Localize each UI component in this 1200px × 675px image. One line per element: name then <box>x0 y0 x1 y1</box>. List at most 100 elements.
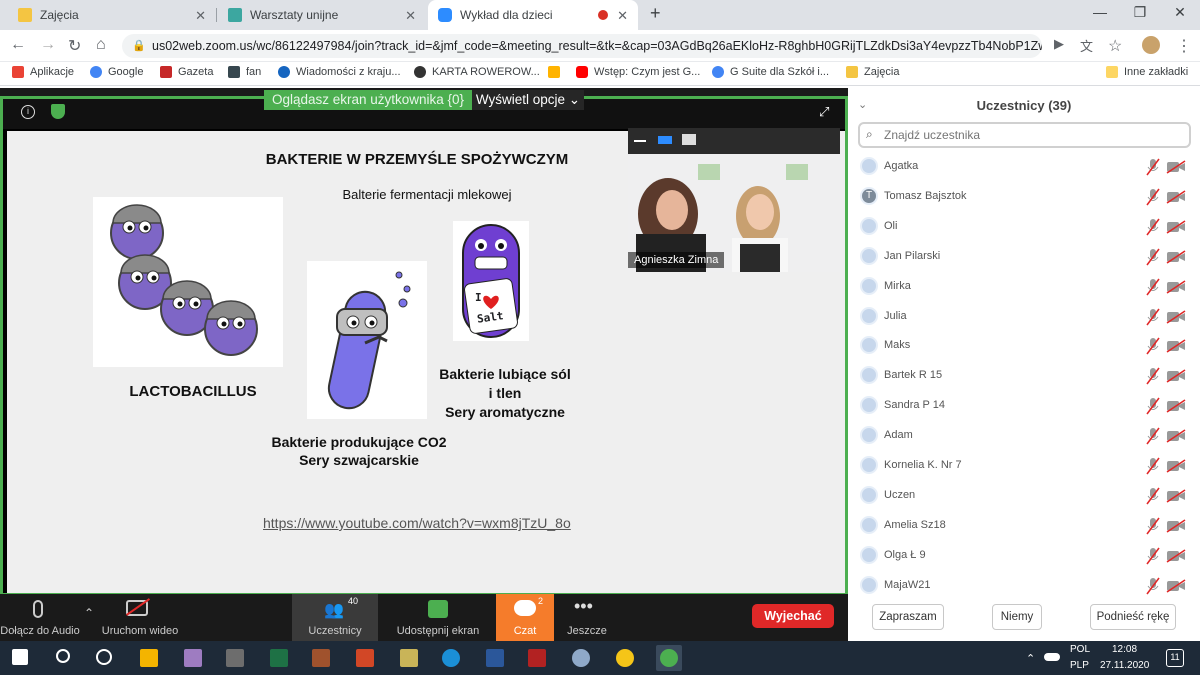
edge-icon[interactable] <box>442 649 460 667</box>
file-explorer-icon[interactable] <box>140 649 158 667</box>
avatar: T <box>860 186 878 205</box>
gallery-icon[interactable] <box>682 134 696 145</box>
classroom-icon <box>18 8 32 22</box>
view-options-button[interactable]: Wyświetl opcje ⌄ <box>472 90 584 110</box>
lock-icon: 🔒 <box>132 40 146 52</box>
participant-row[interactable]: Jan Pilarski <box>848 242 1200 272</box>
bookmark-wiadomosci[interactable]: Wiadomości z kraju... <box>278 66 401 78</box>
cloud-icon[interactable] <box>1044 653 1060 661</box>
chrome-icon[interactable] <box>660 649 678 667</box>
more-button[interactable]: ••• Jeszcze <box>560 594 614 641</box>
participant-row[interactable]: Sandra P 14 <box>848 391 1200 421</box>
app-icon[interactable] <box>312 649 330 667</box>
app-icon[interactable] <box>572 649 590 667</box>
tray-chevron-icon[interactable]: ⌃ <box>1026 652 1035 665</box>
participant-name: Mirka <box>884 279 911 292</box>
participant-row[interactable]: Bartek R 15 <box>848 361 1200 391</box>
window-close-icon[interactable]: ✕ <box>1165 4 1195 21</box>
share-screen-button[interactable]: Udostępnij ekran <box>386 594 490 641</box>
participant-row[interactable]: Maks <box>848 331 1200 361</box>
notification-icon[interactable]: 11 <box>1166 649 1184 667</box>
participant-search[interactable]: ⌕ <box>858 122 1191 148</box>
youtube-link[interactable]: https://www.youtube.com/watch?v=wxm8jTzU… <box>263 515 571 531</box>
chevron-up-icon[interactable]: ⌃ <box>84 606 94 620</box>
participant-row[interactable]: Amelia Sz18 <box>848 511 1200 541</box>
bookmark-folder[interactable] <box>548 66 566 78</box>
minimize-video-icon[interactable] <box>634 140 646 142</box>
bookmark-zajecia[interactable]: Zajęcia <box>846 66 899 78</box>
tab-wyklad[interactable]: Wykład dla dzieci ✕ <box>428 0 638 30</box>
bookmark-apps[interactable]: Aplikacje <box>12 66 74 78</box>
close-icon[interactable]: ✕ <box>195 8 206 24</box>
bookmark-youtube[interactable]: Wstęp: Czym jest G... <box>576 66 700 78</box>
camera-blocked-icon[interactable]: ▶ <box>1054 36 1064 52</box>
menu-icon[interactable]: ⋮ <box>1176 36 1192 56</box>
close-icon[interactable]: ✕ <box>405 8 416 24</box>
bookmark-gazeta[interactable]: Gazeta <box>160 66 213 78</box>
word-icon[interactable] <box>486 649 504 667</box>
active-speaker-icon[interactable] <box>658 136 672 144</box>
fullscreen-icon[interactable]: ⤢ <box>819 104 829 120</box>
other-bookmarks[interactable]: Inne zakładki <box>1106 66 1188 78</box>
chat-icon <box>514 600 536 616</box>
app-icon[interactable] <box>400 649 418 667</box>
participant-row[interactable]: Olga Ł 9 <box>848 541 1200 571</box>
participant-row[interactable]: Mirka <box>848 272 1200 302</box>
app-icon[interactable] <box>616 649 634 667</box>
participant-row[interactable]: T Tomasz Bajsztok <box>848 182 1200 212</box>
clock-time[interactable]: 12:08 <box>1112 644 1137 655</box>
powerpoint-icon[interactable] <box>356 649 374 667</box>
new-tab-icon[interactable]: + <box>650 3 661 24</box>
back-icon[interactable]: ← <box>10 36 26 54</box>
clock-date[interactable]: 27.11.2020 <box>1100 660 1149 671</box>
app-icon[interactable] <box>226 649 244 667</box>
close-icon[interactable]: ✕ <box>617 8 628 24</box>
forward-icon[interactable]: → <box>40 36 56 54</box>
paint-icon[interactable] <box>184 649 202 667</box>
bookmark-fan[interactable]: fan <box>228 66 261 78</box>
app-icon[interactable] <box>528 649 546 667</box>
participant-row[interactable]: Kornelia K. Nr 7 <box>848 451 1200 481</box>
info-icon[interactable]: i <box>21 105 35 119</box>
participant-row[interactable]: Agatka <box>848 152 1200 182</box>
participant-row[interactable]: Uczen <box>848 481 1200 511</box>
lang-top[interactable]: POL <box>1070 644 1090 655</box>
lang-bottom[interactable]: PLP <box>1070 660 1089 671</box>
bookmark-star-icon[interactable]: ☆ <box>1108 36 1122 56</box>
participant-row[interactable]: MajaW21 <box>848 571 1200 601</box>
search-input[interactable] <box>884 127 1174 143</box>
tab-warsztaty[interactable]: Warsztaty unijne ✕ <box>218 0 426 30</box>
participants-button[interactable]: 👥 40 Uczestnicy <box>292 594 378 641</box>
participant-row[interactable]: Oli <box>848 212 1200 242</box>
bookmark-google[interactable]: Google <box>90 66 143 78</box>
search-icon[interactable] <box>56 649 70 663</box>
restore-icon[interactable]: ❐ <box>1125 4 1155 21</box>
invite-button[interactable]: Zapraszam <box>872 604 944 630</box>
raise-hand-button[interactable]: Podnieść rękę <box>1090 604 1176 630</box>
task-view-icon[interactable] <box>96 649 112 665</box>
address-bar[interactable]: 🔒 us02web.zoom.us/wc/86122497984/join?tr… <box>122 34 1042 58</box>
excel-icon[interactable] <box>270 649 288 667</box>
participant-row[interactable]: Adam <box>848 421 1200 451</box>
participant-name: Adam <box>884 429 913 442</box>
shield-icon[interactable] <box>51 104 65 119</box>
chat-button[interactable]: 2 Czat <box>496 594 554 641</box>
participant-row[interactable]: Julia <box>848 302 1200 332</box>
start-video-button[interactable]: Uruchom wideo <box>96 594 184 641</box>
home-icon[interactable]: ⌂ <box>96 36 106 54</box>
youtube-icon <box>576 66 588 78</box>
bookmark-gsuite[interactable]: G Suite dla Szkół i... <box>712 66 829 78</box>
reload-icon[interactable]: ↻ <box>68 36 81 56</box>
profile-avatar[interactable] <box>1142 36 1160 54</box>
lactobacillus-image <box>93 197 283 367</box>
leave-button[interactable]: Wyjechać <box>752 604 834 628</box>
minimize-icon[interactable]: — <box>1085 4 1115 20</box>
mute-button[interactable]: Niemy <box>992 604 1042 630</box>
participant-name: Jan Pilarski <box>884 249 941 262</box>
join-audio-button[interactable]: Dołącz do Audio <box>0 594 80 641</box>
tab-zajecia[interactable]: Zajęcia ✕ <box>8 0 216 30</box>
start-icon[interactable] <box>12 649 28 665</box>
folder-icon <box>1106 66 1118 78</box>
translate-icon[interactable]: 文 <box>1080 36 1093 55</box>
bookmark-karta[interactable]: KARTA ROWEROW... <box>414 66 540 78</box>
